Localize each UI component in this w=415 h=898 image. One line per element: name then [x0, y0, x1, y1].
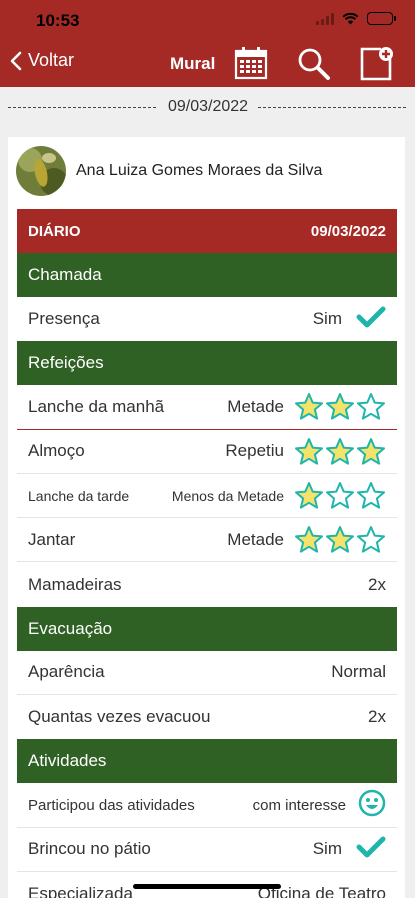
wifi-icon [342, 12, 359, 24]
back-label: Voltar [28, 50, 75, 70]
feed-date: 09/03/2022 [158, 98, 258, 116]
search-button[interactable] [296, 46, 332, 87]
home-indicator[interactable] [133, 884, 281, 889]
row-value: Sim [312, 309, 342, 329]
row-label: Participou das atividades [28, 796, 195, 814]
row-brincou: Brincou no pátio Sim [17, 828, 397, 872]
row-aparencia: Aparência Normal [17, 651, 397, 696]
row-value: Metade [227, 396, 284, 416]
calendar-icon [234, 47, 268, 80]
row-value: Repetiu [225, 441, 284, 461]
row-value: Metade [227, 529, 284, 549]
page-title: Mural [170, 54, 216, 73]
row-value: Sim [312, 839, 342, 859]
status-time: 10:53 [36, 11, 80, 30]
star-filled-icon [325, 392, 355, 421]
row-label: Presença [28, 309, 100, 329]
app-header: 10:53 Voltar Mural [0, 0, 415, 87]
nav-bar: Voltar Mural [0, 40, 415, 87]
star-empty-icon [325, 481, 355, 510]
student-profile[interactable]: Ana Luiza Gomes Moraes da Silva [16, 146, 322, 196]
row-label: Brincou no pátio [28, 839, 151, 859]
check-icon [356, 835, 386, 864]
row-value: Normal [331, 662, 386, 682]
star-empty-icon [356, 392, 386, 421]
row-participou: Participou das atividades com interesse [17, 783, 397, 828]
back-button[interactable]: Voltar [10, 50, 74, 71]
status-icons [316, 12, 396, 25]
star-filled-icon [294, 525, 324, 554]
row-label: Quantas vezes evacuou [28, 707, 211, 727]
star-filled-icon [325, 437, 355, 466]
row-mamadeiras: Mamadeiras 2x [17, 562, 397, 606]
row-presenca: Presença Sim [17, 297, 397, 341]
diary-date: 09/03/2022 [310, 222, 386, 240]
chevron-left-icon [10, 51, 22, 70]
row-quantas-vezes: Quantas vezes evacuou 2x [17, 695, 397, 739]
star-filled-icon [325, 525, 355, 554]
row-label: Lanche da manhã [28, 396, 165, 416]
section-refeicoes: Refeições [17, 341, 397, 386]
status-bar: 10:53 [0, 0, 415, 40]
search-icon [298, 48, 330, 80]
rating-stars [294, 392, 386, 421]
calendar-button[interactable] [234, 46, 268, 85]
row-value: 2x [368, 574, 386, 594]
star-filled-icon [294, 437, 324, 466]
section-evacuacao: Evacuação [17, 606, 397, 651]
row-value: Menos da Metade [171, 487, 284, 504]
section-chamada: Chamada [17, 253, 397, 297]
row-jantar: Jantar Metade [17, 518, 397, 563]
row-value: 2x [368, 707, 386, 727]
row-label: Lanche da tarde [28, 487, 130, 504]
new-post-button[interactable] [359, 46, 395, 87]
check-icon [356, 305, 386, 334]
star-filled-icon [294, 392, 324, 421]
add-document-icon [360, 47, 393, 81]
star-empty-icon [356, 525, 386, 554]
diary-card: Ana Luiza Gomes Moraes da Silva DIÁRIO 0… [8, 137, 405, 898]
row-lanche-tarde: Lanche da tarde Menos da Metade [17, 474, 397, 519]
diary-header: DIÁRIO 09/03/2022 [17, 209, 397, 253]
signal-icon [316, 12, 334, 25]
row-label: Almoço [28, 441, 85, 461]
star-empty-icon [356, 481, 386, 510]
star-filled-icon [294, 481, 324, 510]
row-label: Aparência [28, 662, 105, 682]
diary-label: DIÁRIO [28, 222, 81, 240]
battery-icon [367, 12, 396, 25]
row-lanche-manha: Lanche da manhã Metade [17, 385, 397, 430]
rating-stars [294, 525, 386, 554]
date-divider: 09/03/2022 [8, 96, 406, 120]
avatar [16, 146, 66, 196]
row-value: com interesse [252, 796, 346, 814]
rating-stars [294, 481, 386, 510]
star-filled-icon [356, 437, 386, 466]
student-name: Ana Luiza Gomes Moraes da Silva [76, 162, 323, 179]
diary-table: DIÁRIO 09/03/2022 Chamada Presença Sim R… [17, 209, 397, 898]
row-almoco: Almoço Repetiu [17, 430, 397, 474]
row-label: Jantar [28, 529, 76, 549]
rating-stars [294, 437, 386, 466]
smiley-icon [358, 789, 386, 822]
row-label: Mamadeiras [28, 574, 122, 594]
section-atividades: Atividades [17, 739, 397, 784]
